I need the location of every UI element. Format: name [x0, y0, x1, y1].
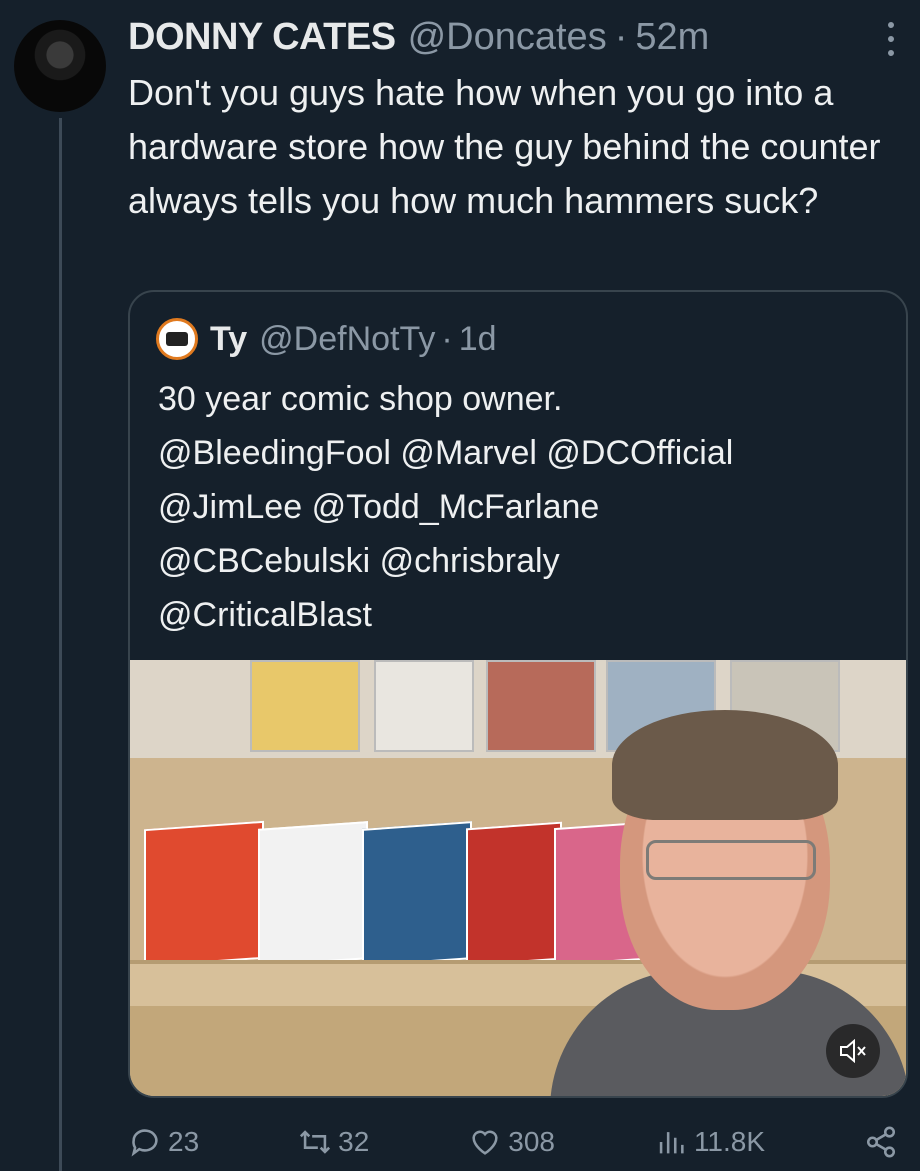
more-options-icon[interactable] — [886, 22, 896, 56]
views-button[interactable]: 11.8K — [654, 1125, 765, 1159]
speaker-muted-icon[interactable] — [826, 1024, 880, 1078]
reply-button[interactable]: 23 — [128, 1125, 199, 1159]
wall-poster — [250, 660, 360, 752]
reply-count: 23 — [168, 1126, 200, 1157]
quote-text: 30 year comic shop owner. @BleedingFool … — [158, 372, 898, 642]
tweet-actions: 23 32 308 11.8K — [128, 1116, 898, 1168]
tweet-time[interactable]: 52m — [635, 12, 709, 62]
quote-line: 30 year comic shop owner. — [158, 380, 563, 418]
separator-dot: · — [614, 16, 628, 58]
comic-book — [362, 821, 472, 967]
quote-line: @CriticalBlast — [158, 596, 372, 634]
quote-line: @CBCebulski @chrisbraly — [158, 542, 560, 580]
like-count: 308 — [508, 1126, 555, 1157]
repost-button[interactable]: 32 — [298, 1125, 369, 1159]
view-count: 11.8K — [693, 1126, 766, 1157]
video-player[interactable] — [130, 660, 906, 1096]
separator-dot: · — [441, 319, 453, 358]
share-button[interactable] — [864, 1125, 898, 1159]
quote-line: @BleedingFool @Marvel @DCOfficial — [158, 434, 734, 472]
author-handle[interactable]: @Doncates — [408, 12, 607, 62]
quote-time: 1d — [458, 319, 497, 358]
tweet-header: DONNY CATES @Doncates · 52m — [128, 12, 709, 62]
wall-poster — [374, 660, 474, 752]
comic-book — [466, 821, 562, 967]
quote-author-handle: @DefNotTy — [259, 319, 436, 358]
author-avatar[interactable] — [14, 20, 106, 112]
thread-line — [59, 118, 62, 1171]
quote-line: @JimLee @Todd_McFarlane — [158, 488, 600, 526]
like-button[interactable]: 308 — [468, 1125, 555, 1159]
repost-icon — [300, 1130, 331, 1154]
tweet-text: Don't you guys hate how when you go into… — [128, 72, 881, 221]
heart-icon — [472, 1130, 498, 1155]
quote-author-name: Ty — [210, 319, 248, 358]
share-icon — [866, 1126, 896, 1158]
quote-header: Ty @DefNotTy · 1d — [156, 316, 497, 362]
comic-book — [258, 821, 368, 967]
quoted-tweet[interactable]: Ty @DefNotTy · 1d 30 year comic shop own… — [128, 290, 908, 1098]
author-name[interactable]: DONNY CATES — [128, 12, 396, 62]
repost-count: 32 — [338, 1126, 370, 1157]
views-icon — [659, 1132, 684, 1154]
quote-avatar — [156, 318, 198, 360]
comic-book — [144, 820, 264, 968]
reply-icon — [131, 1129, 158, 1157]
tweet[interactable]: DONNY CATES @Doncates · 52m Don't you gu… — [0, 0, 920, 1171]
